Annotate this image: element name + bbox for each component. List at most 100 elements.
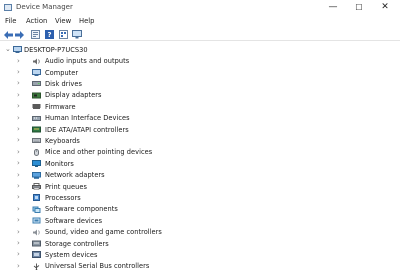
display-adapter-icon xyxy=(32,92,41,99)
tree-item-label: Software components xyxy=(45,205,118,214)
properties-icon xyxy=(30,30,40,39)
tree-item-label: Universal Serial Bus controllers xyxy=(45,262,150,271)
forward-button[interactable] xyxy=(14,30,24,39)
tree-item[interactable]: › Human Interface Devices xyxy=(0,113,390,124)
tree-item-label: Storage controllers xyxy=(45,239,109,248)
monitor-icon xyxy=(72,30,82,39)
firmware-icon xyxy=(32,104,41,110)
tree-item[interactable]: › Audio inputs and outputs xyxy=(0,56,390,67)
chevron-right-icon[interactable]: › xyxy=(17,239,23,248)
svg-text:?: ? xyxy=(47,31,51,39)
chevron-right-icon[interactable]: › xyxy=(17,91,23,100)
tree-item-label: Network adapters xyxy=(45,171,105,180)
tree-item[interactable]: › IDE ATA/ATAPI controllers xyxy=(0,124,390,135)
chevron-right-icon[interactable]: › xyxy=(17,216,23,225)
menu-help[interactable]: Help xyxy=(79,17,95,25)
properties-button[interactable] xyxy=(30,30,40,39)
software-component-icon xyxy=(32,206,41,213)
device-manager-icon xyxy=(4,4,12,11)
monitor-icon xyxy=(32,160,41,168)
tree-item-label: Monitors xyxy=(45,159,74,168)
tree-item-label: Disk drives xyxy=(45,79,82,88)
tree-item-label: Human Interface Devices xyxy=(45,114,130,123)
toolbar: ? xyxy=(0,28,400,41)
tree-item-label: Sound, video and game controllers xyxy=(45,228,162,237)
tree-item[interactable]: › Firmware xyxy=(0,101,390,112)
keyboard-icon xyxy=(32,138,41,144)
computer-icon xyxy=(13,46,22,53)
maximize-button[interactable]: ☐ xyxy=(346,0,372,16)
tree-item[interactable]: › Computer xyxy=(0,67,390,78)
chevron-right-icon[interactable]: › xyxy=(17,136,23,145)
tree-item[interactable]: › Software components xyxy=(0,204,390,215)
tree-item[interactable]: › Universal Serial Bus controllers xyxy=(0,261,390,272)
tree-item-label: Audio inputs and outputs xyxy=(45,57,130,66)
help-button[interactable]: ? xyxy=(44,30,54,39)
menu-action[interactable]: Action xyxy=(26,17,47,25)
storage-controller-icon xyxy=(32,240,41,247)
tree-item-label: Print queues xyxy=(45,182,87,191)
help-icon: ? xyxy=(44,30,54,39)
monitor-button[interactable] xyxy=(72,30,82,39)
tree-item[interactable]: › Disk drives xyxy=(0,78,390,89)
chevron-right-icon[interactable]: › xyxy=(17,57,23,66)
disk-drive-icon xyxy=(32,81,41,87)
mouse-icon xyxy=(34,148,39,156)
chevron-right-icon[interactable]: › xyxy=(17,228,23,237)
chevron-down-icon[interactable]: ⌄ xyxy=(5,45,11,54)
chevron-right-icon[interactable]: › xyxy=(17,102,23,111)
software-device-icon xyxy=(32,217,41,224)
chevron-right-icon[interactable]: › xyxy=(17,125,23,134)
tree-item[interactable]: › Processors xyxy=(0,192,390,203)
tree-item-label: Mice and other pointing devices xyxy=(45,148,153,157)
tree-root-label: DESKTOP-P7UCS30 xyxy=(24,45,88,54)
tree-item[interactable]: › Network adapters xyxy=(0,170,390,181)
minimize-button[interactable]: — xyxy=(320,0,346,16)
chevron-right-icon[interactable]: › xyxy=(17,250,23,259)
chevron-right-icon[interactable]: › xyxy=(17,79,23,88)
tree-item-label: Computer xyxy=(45,68,79,77)
tree-item[interactable]: › System devices xyxy=(0,249,390,260)
tree-item[interactable]: › Display adapters xyxy=(0,90,390,101)
tree-item[interactable]: › Software devices xyxy=(0,215,390,226)
chevron-right-icon[interactable]: › xyxy=(17,193,23,202)
window-title: Device Manager xyxy=(16,3,73,11)
hid-icon xyxy=(32,115,41,121)
tree-item[interactable]: › Sound, video and game controllers xyxy=(0,227,390,238)
ide-controller-icon xyxy=(32,126,41,133)
printer-icon xyxy=(32,183,41,190)
tree-item-label: Software devices xyxy=(45,216,103,225)
chevron-right-icon[interactable]: › xyxy=(17,182,23,191)
grid-view-icon xyxy=(58,30,68,39)
tree-item-label: System devices xyxy=(45,250,98,259)
sound-controller-icon xyxy=(33,229,40,236)
tree-item[interactable]: › Mice and other pointing devices xyxy=(0,147,390,158)
system-device-icon xyxy=(32,251,41,259)
tree-item[interactable]: › Print queues xyxy=(0,181,390,192)
chevron-right-icon[interactable]: › xyxy=(17,148,23,157)
menu-file[interactable]: File xyxy=(5,17,16,25)
speaker-icon xyxy=(33,58,40,65)
chevron-right-icon[interactable]: › xyxy=(17,171,23,180)
forward-arrow-icon xyxy=(14,30,24,39)
chevron-right-icon[interactable]: › xyxy=(17,114,23,123)
chevron-right-icon[interactable]: › xyxy=(17,159,23,168)
close-button[interactable]: ✕ xyxy=(372,0,398,16)
tree-item[interactable]: › Keyboards xyxy=(0,135,390,146)
chevron-right-icon[interactable]: › xyxy=(17,205,23,214)
processor-icon xyxy=(33,194,40,202)
tree-item-label: Display adapters xyxy=(45,91,102,100)
back-button[interactable] xyxy=(3,30,13,39)
computer-icon xyxy=(32,69,41,76)
view-button[interactable] xyxy=(58,30,68,39)
chevron-right-icon[interactable]: › xyxy=(17,68,23,77)
tree-item-label: IDE ATA/ATAPI controllers xyxy=(45,125,129,134)
usb-icon xyxy=(33,263,40,270)
tree-root[interactable]: ⌄ DESKTOP-P7UCS30 xyxy=(0,44,390,55)
chevron-right-icon[interactable]: › xyxy=(17,262,23,271)
tree-item-label: Keyboards xyxy=(45,136,80,145)
tree-item-label: Firmware xyxy=(45,102,76,111)
tree-item[interactable]: › Monitors xyxy=(0,158,390,169)
menu-view[interactable]: View xyxy=(55,17,71,25)
tree-item[interactable]: › Storage controllers xyxy=(0,238,390,249)
